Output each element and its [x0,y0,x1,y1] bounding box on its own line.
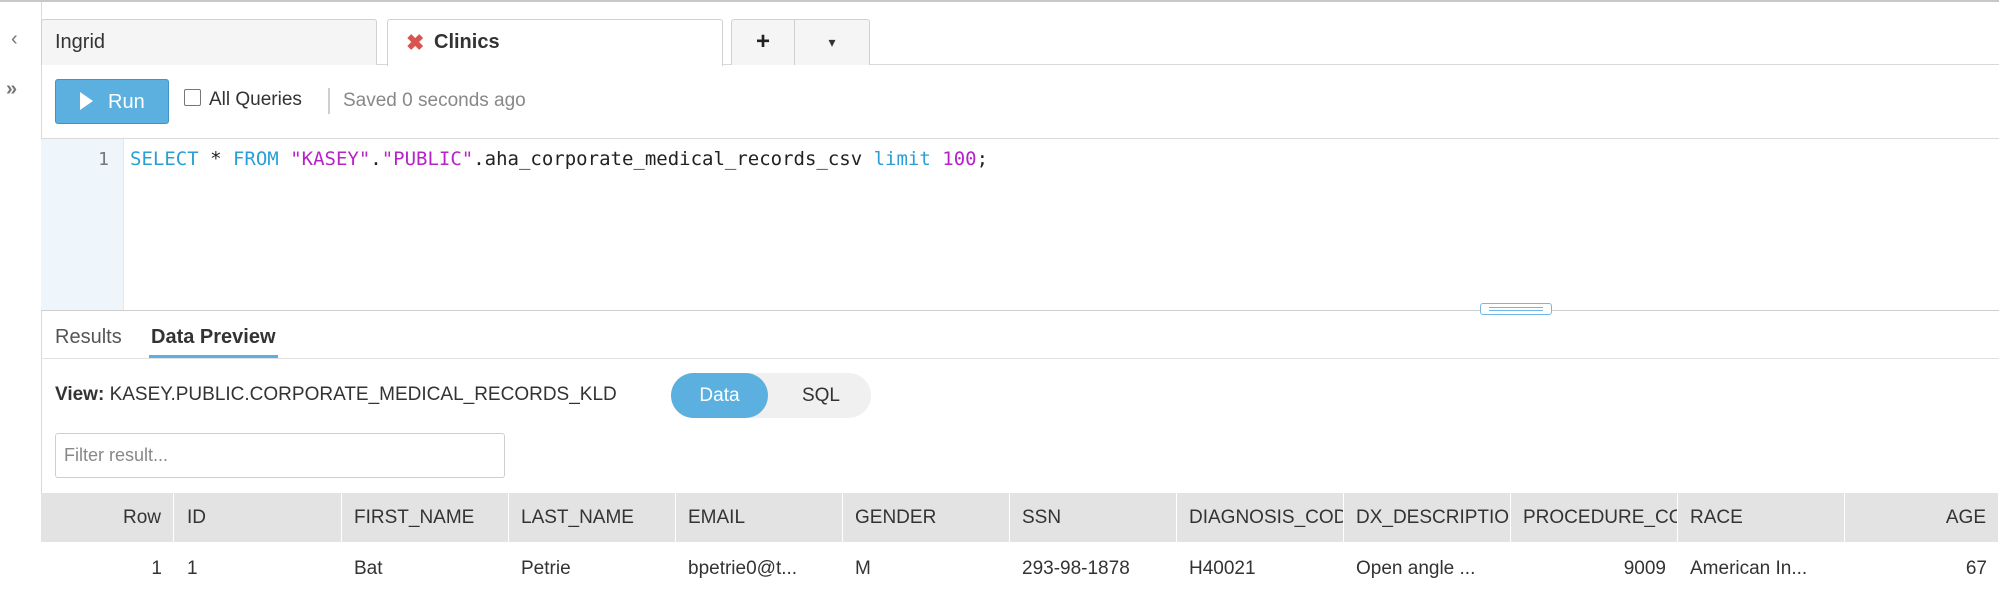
cell-email: bpetrie0@t... [688,558,798,579]
all-queries-checkbox[interactable] [184,89,201,106]
table-row[interactable]: 1 1 Bat Petrie bpetrie0@t... M 293-98-18… [41,542,1999,595]
sql-number: 100 [942,148,977,170]
sql-table-name: .aha_corporate_medical_records_csv [473,148,874,170]
play-icon [80,92,93,110]
tab-clinics[interactable]: ✖ Clinics [387,19,723,66]
line-number: 1 [98,149,109,170]
close-icon[interactable]: ✖ [406,30,424,56]
tab-actions: + ▾ [731,19,870,65]
active-tab-indicator [149,355,278,358]
divider [328,88,330,114]
view-row: View: KASEY.PUBLIC.CORPORATE_MEDICAL_REC… [41,360,1999,424]
results-tabbar: Results Data Preview [41,311,1999,359]
sql-keyword: FROM [232,148,279,170]
view-name: KASEY.PUBLIC.CORPORATE_MEDICAL_RECORDS_K… [109,384,617,405]
column-header-race[interactable]: RACE [1678,493,1845,542]
tab-data-preview[interactable]: Data Preview [151,326,276,349]
column-header-row[interactable]: Row [41,493,174,542]
filter-input[interactable] [55,433,505,478]
column-header-ssn[interactable]: SSN [1010,493,1177,542]
sql-dot: . [370,148,382,170]
line-gutter: 1 [41,139,124,310]
sql-keyword: limit [873,148,931,170]
sql-semicolon: ; [976,148,989,170]
cell-last-name: Petrie [521,558,571,579]
sql-editor[interactable]: 1 SELECT * FROM "KASEY"."PUBLIC".aha_cor… [41,139,1999,311]
sql-database-name: "KASEY" [290,148,371,170]
column-header-procedure-code[interactable]: PROCEDURE_CO [1511,493,1678,542]
tab-label: Clinics [434,31,500,53]
all-queries-label: All Queries [209,89,302,110]
cell-first-name: Bat [354,558,383,579]
saved-status: Saved 0 seconds ago [343,90,526,111]
cell-race: American In... [1690,558,1808,579]
cell-gender: M [855,558,871,579]
resize-handle[interactable] [1480,303,1552,315]
data-sql-toggle: Data SQL [671,373,871,418]
cell-id: 1 [187,558,198,579]
column-header-diagnosis-code[interactable]: DIAGNOSIS_COD [1177,493,1344,542]
sql-schema-name: "PUBLIC" [381,148,474,170]
sql-operator: * [198,148,233,170]
cell-procedure-code: 9009 [1623,558,1666,579]
view-label: View: KASEY.PUBLIC.CORPORATE_MEDICAL_REC… [55,384,617,406]
tab-ingrid[interactable]: Ingrid [41,19,377,65]
tab-label: Ingrid [55,31,106,53]
cell-diagnosis-code: H40021 [1189,558,1256,579]
cell-row: 1 [151,558,162,579]
column-header-id[interactable]: ID [175,493,342,542]
sql-space [931,148,942,170]
run-button[interactable]: Run [55,79,169,124]
add-tab-button[interactable]: + [732,28,794,56]
run-label: Run [108,91,145,113]
code-line[interactable]: SELECT * FROM "KASEY"."PUBLIC".aha_corpo… [130,148,988,170]
column-header-age[interactable]: AGE [1845,493,1999,542]
cell-age: 67 [1965,558,1987,579]
double-chevron-right-icon[interactable]: » [6,78,17,101]
chevron-left-icon[interactable]: ‹ [11,28,18,51]
sql-keyword: SELECT [130,148,199,170]
cell-ssn: 293-98-1878 [1022,558,1130,579]
cell-dx-description: Open angle ... [1356,558,1476,579]
column-header-gender[interactable]: GENDER [843,493,1010,542]
column-header-last-name[interactable]: LAST_NAME [509,493,676,542]
query-toolbar: Run All Queries Saved 0 seconds ago [41,64,1999,139]
column-header-first-name[interactable]: FIRST_NAME [342,493,509,542]
tab-results[interactable]: Results [55,326,122,349]
column-header-email[interactable]: EMAIL [676,493,843,542]
table-header: Row ID FIRST_NAME LAST_NAME EMAIL GENDER… [41,493,1999,542]
toggle-sql-button[interactable]: SQL [771,373,871,418]
column-header-dx-description[interactable]: DX_DESCRIPTIO [1344,493,1511,542]
chevron-down-icon[interactable]: ▾ [794,34,870,51]
sql-space [279,148,290,170]
left-rail: ‹ » [0,2,42,595]
toggle-data-button[interactable]: Data [671,373,768,418]
view-label-key: View: [55,384,105,405]
worksheet-tabbar: Ingrid ✖ Clinics + ▾ [41,2,1999,66]
